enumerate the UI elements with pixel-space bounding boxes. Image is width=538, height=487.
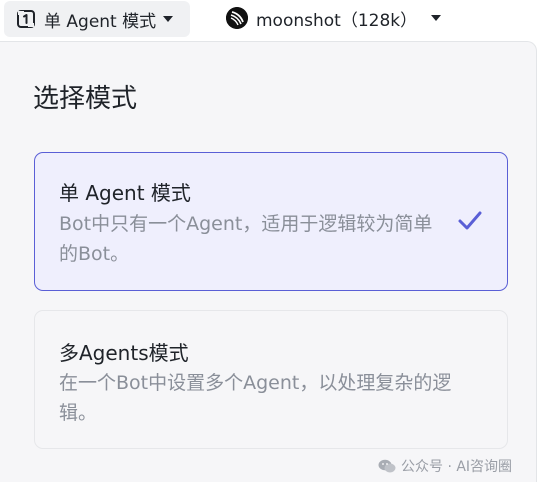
mode-select-dropdown[interactable]: 单 Agent 模式 (4, 1, 190, 37)
watermark: 公众号 · AI咨询圈 (378, 456, 512, 476)
panel-title: 选择模式 (33, 84, 138, 114)
top-toolbar: 单 Agent 模式 moonshot（128k） (0, 0, 538, 38)
wechat-icon (378, 459, 396, 473)
chevron-down-icon (163, 16, 174, 22)
model-select-dropdown[interactable]: moonshot（128k） (226, 4, 442, 32)
option-single-agent[interactable]: 单 Agent 模式 Bot中只有一个Agent，适用于逻辑较为简单的Bot。 (34, 152, 508, 291)
option-multi-agents[interactable]: 多Agents模式 在一个Bot中设置多个Agent，以处理复杂的逻辑。 (34, 310, 508, 449)
option-description: 在一个Bot中设置多个Agent，以处理复杂的逻辑。 (59, 372, 452, 424)
option-title: 多Agents模式 (59, 341, 189, 365)
option-description: Bot中只有一个Agent，适用于逻辑较为简单的Bot。 (59, 213, 433, 265)
chevron-down-icon (431, 15, 442, 21)
agent-mode-icon (16, 9, 36, 29)
moonshot-logo-icon (226, 7, 248, 29)
watermark-text: 公众号 · AI咨询圈 (401, 459, 513, 475)
check-icon (457, 210, 483, 232)
mode-selection-panel: 选择模式 单 Agent 模式 Bot中只有一个Agent，适用于逻辑较为简单的… (0, 41, 537, 486)
option-title: 单 Agent 模式 (59, 181, 191, 205)
model-select-label: moonshot（128k） (256, 10, 418, 31)
underlying-content-edge (0, 482, 538, 487)
mode-select-label: 单 Agent 模式 (44, 11, 157, 32)
